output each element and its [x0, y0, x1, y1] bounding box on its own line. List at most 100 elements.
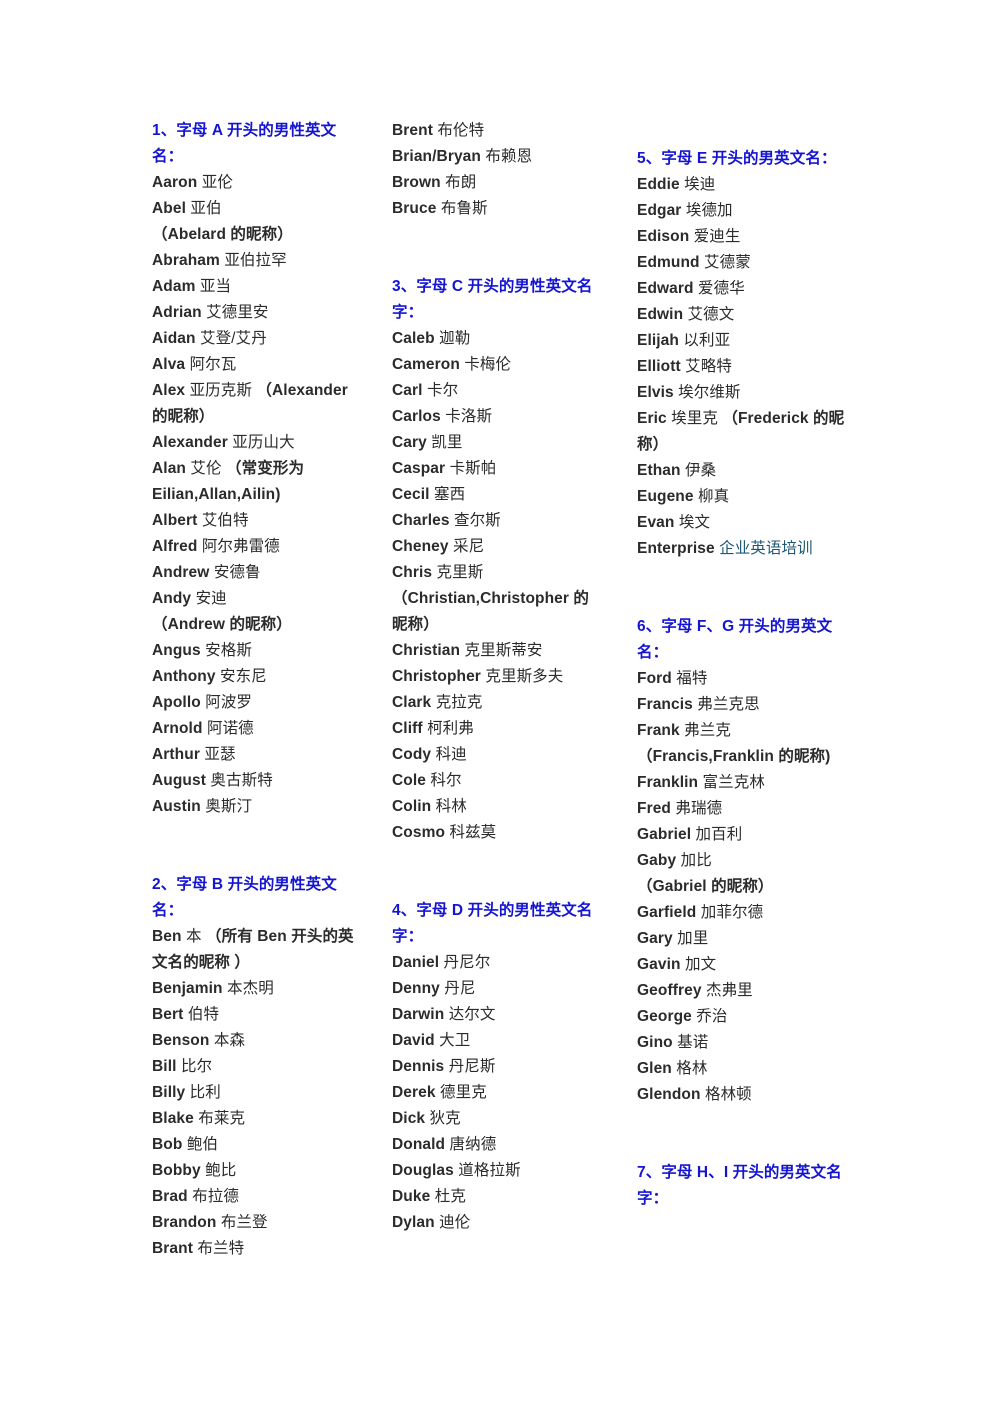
name-english: Brent — [392, 122, 433, 139]
name-chinese: 卡尔 — [426, 382, 459, 399]
name-english: Dylan — [392, 1214, 435, 1231]
name-chinese: 科尔 — [430, 772, 462, 789]
name-english: Alex — [152, 382, 186, 399]
name-english: Cody — [392, 746, 432, 763]
name-english: Derek — [392, 1084, 436, 1101]
name-entry: Adam 亚当 — [152, 274, 364, 300]
name-english: Geoffrey — [637, 982, 702, 999]
name-english: Eric — [637, 410, 667, 427]
name-english: Carlos — [392, 408, 441, 425]
name-english: Ben — [152, 928, 182, 945]
name-chinese: 本 — [186, 928, 202, 945]
name-chinese: 柳真 — [698, 488, 730, 505]
name-entry: Angus 安格斯 — [152, 638, 364, 664]
name-chinese: 鲍比 — [205, 1162, 237, 1179]
name-chinese: 加菲尔德 — [700, 904, 764, 921]
name-english: Brant — [152, 1240, 193, 1257]
name-note: （Andrew 的昵称） — [152, 616, 292, 633]
name-entry: Benson 本森 — [152, 1028, 364, 1054]
name-chinese: 克里斯蒂安 — [464, 642, 543, 659]
name-entry: Dylan 迪伦 — [392, 1210, 604, 1236]
name-chinese: 科迪 — [435, 746, 467, 763]
name-english: Brandon — [152, 1214, 217, 1231]
name-english: Cliff — [392, 720, 423, 737]
name-english: Donald — [392, 1136, 446, 1153]
name-entry: Albert 艾伯特 — [152, 508, 364, 534]
name-chinese: 格林顿 — [704, 1086, 752, 1103]
heading-d: 4、字母 D 开头的男性英文名字： — [392, 902, 593, 945]
name-english: Eddie — [637, 176, 680, 193]
name-english: Chris — [392, 564, 433, 581]
name-english: Ford — [637, 670, 672, 687]
name-entry: Ethan 伊桑 — [637, 458, 849, 484]
name-note: （Christian,Christopher 的昵称） — [392, 590, 590, 633]
name-entry: Bobby 鲍比 — [152, 1158, 364, 1184]
name-entry: Brant 布兰特 — [152, 1236, 364, 1262]
name-entry: Bill 比尔 — [152, 1054, 364, 1080]
name-entry: Brent 布伦特 — [392, 118, 604, 144]
name-chinese: 大卫 — [439, 1032, 471, 1049]
name-entry: Franklin 富兰克林 — [637, 770, 849, 796]
name-english: Glendon — [637, 1086, 701, 1103]
name-chinese: 基诺 — [677, 1034, 709, 1051]
name-entry: Denny 丹尼 — [392, 976, 604, 1002]
name-entry: Brown 布朗 — [392, 170, 604, 196]
name-chinese: 爱迪生 — [693, 228, 741, 245]
name-entry: Daniel 丹尼尔 — [392, 950, 604, 976]
name-english: Gary — [637, 930, 673, 947]
name-english: Brian/Bryan — [392, 148, 481, 165]
name-entry: Glen 格林 — [637, 1056, 849, 1082]
name-chinese: 弗瑞德 — [675, 800, 723, 817]
name-english: Edwin — [637, 306, 684, 323]
name-entry: Andrew 安德鲁 — [152, 560, 364, 586]
name-english: Andrew — [152, 564, 210, 581]
name-english: Cosmo — [392, 824, 446, 841]
name-entry: Edwin 艾德文 — [637, 302, 849, 328]
name-chinese: 比利 — [189, 1084, 221, 1101]
name-chinese: 格林 — [676, 1060, 708, 1077]
name-entry: Ben 本 （所有 Ben 开头的英文名的昵称 ） — [152, 924, 364, 976]
name-english: Abel — [152, 200, 186, 217]
name-entry: Derek 德里克 — [392, 1080, 604, 1106]
name-chinese: 加里 — [677, 930, 709, 947]
name-chinese: 布赖恩 — [485, 148, 533, 165]
name-english: Cameron — [392, 356, 460, 373]
name-chinese: 查尔斯 — [453, 512, 501, 529]
name-entry: Cheney 采尼 — [392, 534, 604, 560]
name-entry: Cosmo 科兹莫 — [392, 820, 604, 846]
name-chinese: 科兹莫 — [449, 824, 497, 841]
name-entry: Adrian 艾德里安 — [152, 300, 364, 326]
name-english: Cheney — [392, 538, 449, 555]
name-entry: Abel 亚伯 （Abelard 的昵称） — [152, 196, 364, 248]
name-english: Cecil — [392, 486, 430, 503]
name-chinese: 卡洛斯 — [445, 408, 493, 425]
name-entry: Gaby 加比 （Gabriel 的昵称） — [637, 848, 849, 900]
name-english: Christopher — [392, 668, 481, 685]
name-entry: Caspar 卡斯帕 — [392, 456, 604, 482]
name-entry: Bert 伯特 — [152, 1002, 364, 1028]
name-chinese: 奥古斯特 — [210, 772, 273, 789]
name-entry: Clark 克拉克 — [392, 690, 604, 716]
name-note: （Abelard 的昵称） — [152, 226, 293, 243]
name-entry: Gavin 加文 — [637, 952, 849, 978]
name-chinese-link[interactable]: 企业英语培训 — [719, 540, 813, 557]
name-chinese: 杜克 — [434, 1188, 466, 1205]
name-entry: David 大卫 — [392, 1028, 604, 1054]
name-note: （Frederick 的昵称） — [637, 410, 845, 453]
name-note: （Gabriel 的昵称） — [637, 878, 774, 895]
name-english: Alfred — [152, 538, 198, 555]
name-entry: Eugene 柳真 — [637, 484, 849, 510]
name-chinese: 迦勒 — [439, 330, 471, 347]
name-chinese: 卡斯帕 — [449, 460, 497, 477]
name-english: Colin — [392, 798, 432, 815]
name-english: Brad — [152, 1188, 188, 1205]
name-entry: Cary 凯里 — [392, 430, 604, 456]
name-english: Darwin — [392, 1006, 445, 1023]
name-english: Caspar — [392, 460, 446, 477]
name-chinese: 鲍伯 — [186, 1136, 219, 1153]
name-chinese: 杰弗里 — [705, 982, 753, 999]
name-chinese: 埃里克 — [671, 410, 718, 427]
name-entry: Alex 亚历克斯 （Alexander 的昵称） — [152, 378, 364, 430]
name-chinese: 采尼 — [453, 538, 485, 555]
